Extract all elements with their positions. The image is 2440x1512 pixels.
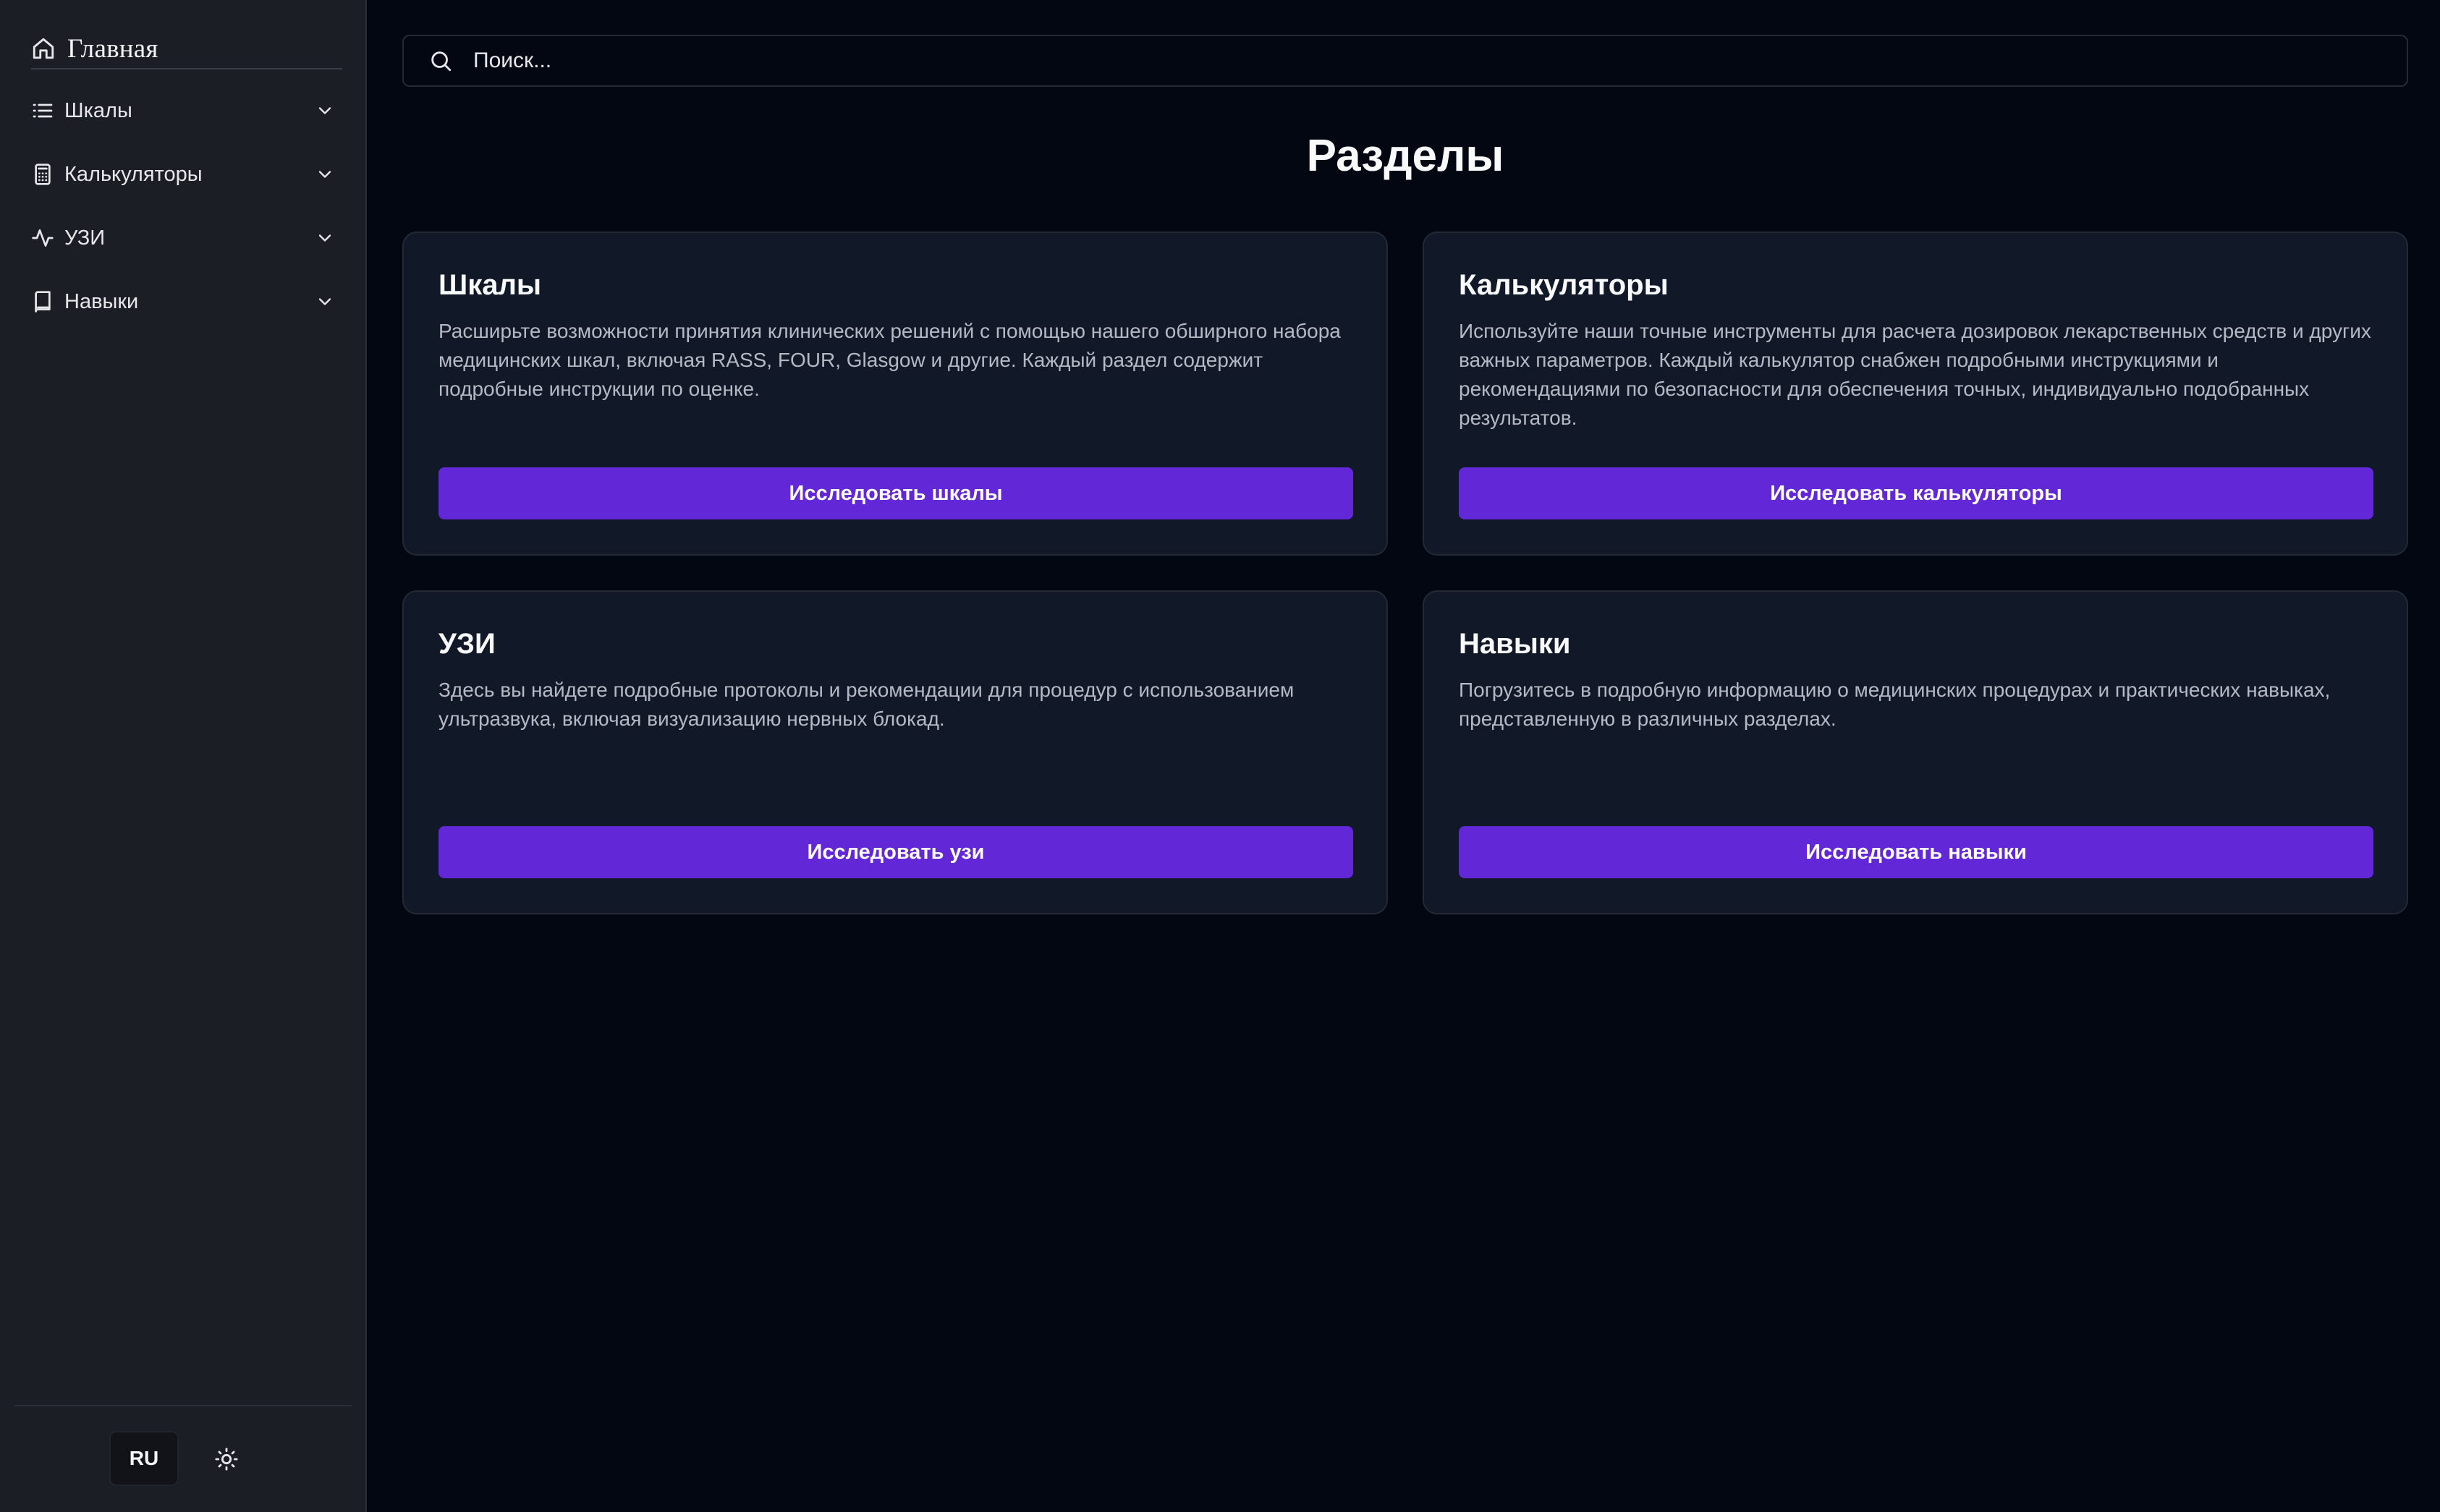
sidebar: Главная Шкалы Калькуляторы УЗИ Навыки RU	[0, 0, 367, 1512]
section-card-skills: Навыки Погрузитесь в подробную информаци…	[1423, 590, 2408, 914]
section-card-calculators: Калькуляторы Используйте наши точные инс…	[1423, 232, 2408, 556]
explore-skills-button[interactable]: Исследовать навыки	[1459, 826, 2373, 878]
sidebar-home-label: Главная	[67, 33, 158, 64]
search-icon	[431, 51, 452, 72]
explore-scales-button[interactable]: Исследовать шкалы	[439, 467, 1353, 519]
chevron-down-icon[interactable]	[315, 101, 335, 121]
card-title: УЗИ	[439, 628, 496, 660]
chevron-down-icon[interactable]	[315, 292, 335, 312]
explore-ultrasound-button[interactable]: Исследовать узи	[439, 826, 1353, 878]
list-icon	[33, 103, 53, 118]
book-icon	[35, 291, 51, 313]
section-card-scales: Шкалы Расширьте возможности принятия кли…	[402, 232, 1388, 556]
activity-icon	[32, 229, 54, 247]
sidebar-item-skills[interactable]: Навыки	[31, 280, 335, 323]
theme-toggle-button[interactable]	[211, 1444, 242, 1474]
card-title: Калькуляторы	[1459, 269, 1669, 301]
sidebar-item-label: УЗИ	[64, 226, 106, 250]
card-description: Здесь вы найдете подробные протоколы и р…	[439, 679, 1295, 730]
sidebar-item-ultrasound[interactable]: УЗИ	[31, 216, 335, 260]
card-description: Расширьте возможности принятия клиническ…	[439, 320, 1341, 400]
sidebar-item-scales[interactable]: Шкалы	[31, 89, 335, 132]
search-bar[interactable]	[402, 35, 2408, 87]
sidebar-item-label: Шкалы	[64, 98, 132, 122]
card-description: Используйте наши точные инструменты для …	[1459, 320, 2371, 429]
calculator-icon	[35, 163, 51, 185]
sidebar-footer: RU	[14, 1405, 352, 1512]
explore-calculators-button[interactable]: Исследовать калькуляторы	[1459, 467, 2373, 519]
sidebar-item-label: Навыки	[64, 289, 139, 313]
home-icon	[33, 38, 54, 59]
sidebar-item-calculators[interactable]: Калькуляторы	[31, 153, 335, 196]
section-card-ultrasound: УЗИ Здесь вы найдете подробные протоколы…	[402, 590, 1388, 914]
sidebar-home-link[interactable]: Главная	[31, 29, 342, 69]
search-input[interactable]	[472, 36, 2407, 85]
card-title: Навыки	[1459, 628, 1571, 660]
app-root: Главная Шкалы Калькуляторы УЗИ Навыки RU…	[0, 0, 2440, 1512]
page-title: Разделы	[1306, 131, 1504, 181]
sun-icon	[215, 1448, 238, 1471]
card-title: Шкалы	[439, 269, 542, 301]
sidebar-item-label: Калькуляторы	[64, 162, 203, 186]
language-button[interactable]: RU	[109, 1431, 179, 1486]
chevron-down-icon[interactable]	[315, 228, 335, 248]
card-description: Погрузитесь в подробную информацию о мед…	[1459, 679, 2331, 730]
chevron-down-icon[interactable]	[315, 164, 335, 184]
